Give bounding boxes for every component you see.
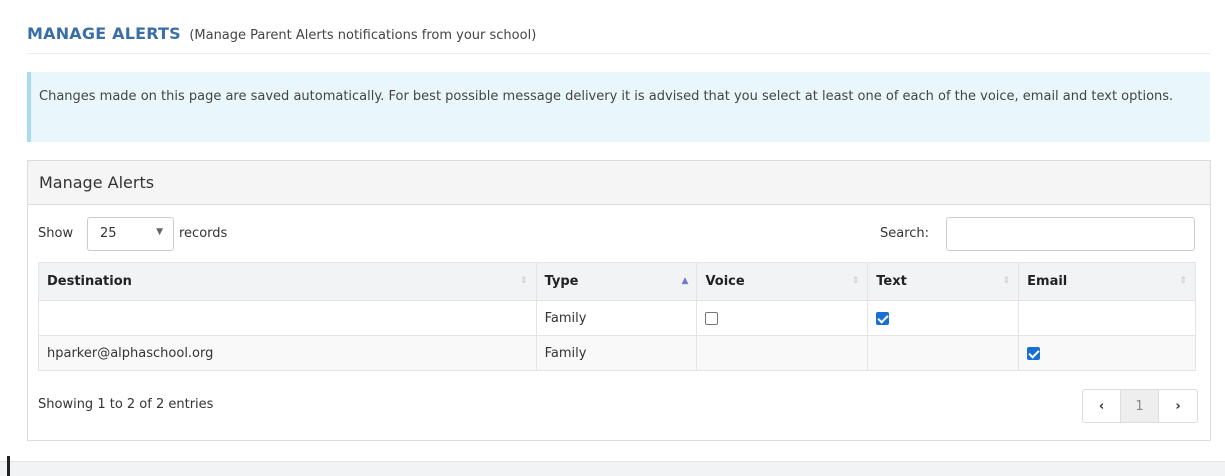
search-input[interactable] (946, 217, 1195, 251)
chevron-down-icon: ▼ (156, 227, 163, 237)
cell-destination (38, 300, 537, 336)
cell-voice (696, 300, 869, 336)
cell-text (867, 335, 1020, 371)
sort-both-icon: ⇕ (851, 276, 860, 286)
bottom-bar (0, 461, 1225, 476)
text-cursor-mark (7, 456, 10, 476)
column-header-email[interactable]: Email ⇕ (1018, 262, 1196, 301)
cell-type: Family (535, 300, 698, 336)
records-select-value: 25 (100, 226, 117, 241)
column-header-destination[interactable]: Destination ⇕ (38, 262, 537, 301)
column-header-type[interactable]: Type ▲ (535, 262, 698, 301)
next-page-button[interactable]: › (1159, 390, 1197, 422)
table-info: Showing 1 to 2 of 2 entries (38, 397, 214, 412)
search-label: Search: (880, 226, 930, 241)
info-alert: Changes made on this page are saved auto… (27, 72, 1210, 142)
cell-voice (696, 335, 869, 371)
cell-email (1018, 300, 1196, 336)
table-header-row: Destination ⇕ Type ▲ Voice ⇕ Text ⇕ Emai… (38, 262, 1196, 301)
column-header-text[interactable]: Text ⇕ (867, 262, 1020, 301)
sort-both-icon: ⇕ (520, 276, 528, 286)
page-1-button[interactable]: 1 (1121, 390, 1159, 422)
text-checkbox[interactable] (876, 311, 890, 325)
voice-checkbox[interactable] (705, 311, 719, 325)
info-text: Changes made on this page are saved auto… (39, 89, 1174, 104)
column-header-voice[interactable]: Voice ⇕ (696, 262, 869, 301)
table-row: Family (38, 300, 1196, 336)
cell-text (867, 300, 1020, 336)
records-label: records (179, 226, 228, 241)
alerts-table: Destination ⇕ Type ▲ Voice ⇕ Text ⇕ Emai… (38, 262, 1196, 371)
email-checkbox[interactable] (1027, 346, 1041, 360)
cell-email (1018, 335, 1196, 371)
sort-both-icon: ⇕ (1179, 276, 1187, 286)
manage-alerts-panel: Manage Alerts Show 25 ▼ records Search: … (27, 160, 1211, 441)
records-select[interactable]: 25 ▼ (87, 217, 174, 251)
cell-destination: hparker@alphaschool.org (38, 335, 537, 371)
sort-asc-icon: ▲ (681, 276, 689, 286)
table-row: hparker@alphaschool.org Family (38, 335, 1196, 371)
cell-type: Family (535, 335, 698, 371)
page-subtitle: (Manage Parent Alerts notifications from… (189, 28, 537, 43)
table-controls: Show 25 ▼ records Search: (38, 217, 1196, 251)
prev-page-button[interactable]: ‹ (1083, 390, 1121, 422)
page-header: MANAGE ALERTS (Manage Parent Alerts noti… (27, 24, 1210, 54)
sort-both-icon: ⇕ (1002, 276, 1011, 286)
page-title: MANAGE ALERTS (27, 24, 181, 43)
pagination: ‹ 1 › (1082, 389, 1198, 423)
panel-title: Manage Alerts (28, 161, 1210, 205)
show-label: Show (38, 226, 74, 241)
